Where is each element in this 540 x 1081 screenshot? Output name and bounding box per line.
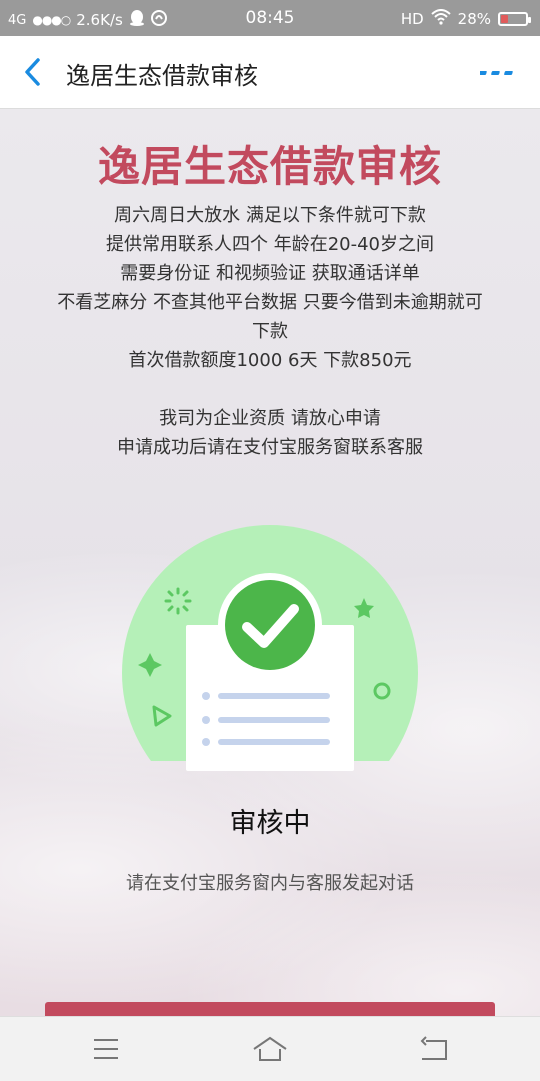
- main-content: 逸居生态借款审核 周六周日大放水 满足以下条件就可下款 提供常用联系人四个 年龄…: [0, 109, 540, 1016]
- contact-hint: 请在支付宝服务窗内与客服发起对话: [126, 873, 414, 894]
- return-icon: [420, 1036, 447, 1060]
- wifi-icon: [430, 9, 451, 29]
- menu-icon: [94, 1039, 118, 1059]
- more-dots-icon: [478, 71, 513, 75]
- battery-percent: 28%: [457, 10, 491, 28]
- nav-bar: 逸居生态借款审核: [0, 36, 540, 109]
- description-line: 下款: [252, 321, 288, 342]
- notice-line: 申请成功后请在支付宝服务窗联系客服: [117, 437, 423, 458]
- status-bar: 4G ●●●○ 2.6K/s 08:45 HD 28%: [0, 0, 540, 36]
- back-arrow-icon: [25, 58, 40, 86]
- review-status: 审核中: [229, 808, 311, 839]
- back-button[interactable]: [18, 54, 50, 90]
- description-line: 需要身份证 和视频验证 获取通话详单: [120, 263, 420, 284]
- return-button[interactable]: [414, 1033, 454, 1065]
- description-line: 提供常用联系人四个 年龄在20-40岁之间: [105, 234, 435, 255]
- hd-indicator: HD: [400, 10, 424, 28]
- page-title: 逸居生态借款审核: [66, 62, 258, 90]
- menu-button[interactable]: [86, 1033, 126, 1065]
- review-illustration: [122, 525, 418, 771]
- headline: 逸居生态借款审核: [97, 142, 442, 191]
- description-line: 周六周日大放水 满足以下条件就可下款: [114, 205, 426, 226]
- system-nav-bar: [0, 1016, 540, 1081]
- home-icon: [253, 1036, 287, 1061]
- notice-line: 我司为企业资质 请放心申请: [159, 408, 381, 429]
- description-line: 不看芝麻分 不查其他平台数据 只要今借到未逾期就可: [57, 292, 483, 313]
- status-right: HD 28%: [400, 9, 531, 29]
- home-button[interactable]: [250, 1033, 290, 1065]
- action-button[interactable]: [45, 1002, 495, 1016]
- battery-level: [501, 15, 509, 23]
- description-line: 首次借款额度1000 6天 下款850元: [128, 350, 412, 371]
- description: 周六周日大放水 满足以下条件就可下款 提供常用联系人四个 年龄在20-40岁之间…: [10, 201, 530, 462]
- battery-icon: [498, 12, 531, 26]
- more-button[interactable]: [478, 56, 520, 88]
